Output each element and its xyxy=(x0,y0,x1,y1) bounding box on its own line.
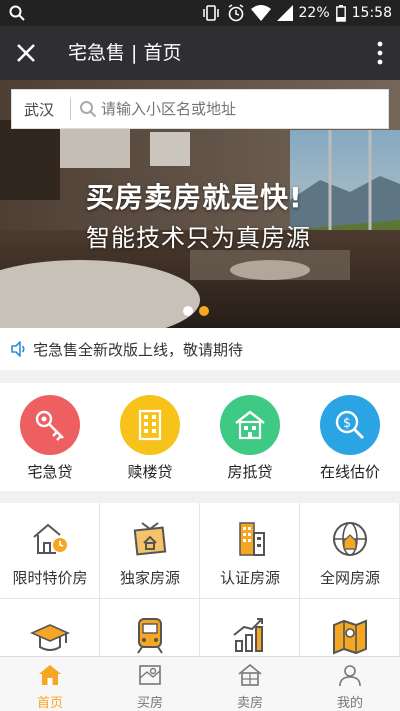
bottom-tab-bar: 首页 买房 卖房 我的 xyxy=(0,656,400,711)
price-search-icon: $ xyxy=(335,410,365,440)
battery-icon xyxy=(335,4,346,22)
title-bar: 宅急售 | 首页 xyxy=(0,26,400,80)
announcement-bar[interactable]: 宅急售全新改版上线，敬请期待 xyxy=(0,328,400,370)
loan-label: 宅急贷 xyxy=(27,463,73,481)
grid-item-price-trend[interactable] xyxy=(200,599,300,659)
loan-services: 宅急贷 赎楼贷 房抵贷 $ 在线估价 xyxy=(0,383,400,491)
loan-item-key[interactable]: 宅急贷 xyxy=(0,383,100,491)
metro-train-icon xyxy=(137,618,163,654)
close-icon[interactable] xyxy=(14,41,38,65)
house-clock-icon xyxy=(33,523,67,554)
grid-item-special-offer[interactable]: 限时特价房 xyxy=(0,503,100,599)
grid-item-all-listings[interactable]: 全网房源 xyxy=(300,503,400,599)
vibrate-icon xyxy=(202,5,219,21)
more-options-icon[interactable] xyxy=(376,41,384,65)
alarm-icon xyxy=(228,4,243,22)
property-category-grid: 限时特价房 独家房源 认证房源 全网房源 xyxy=(0,503,400,659)
grid-item-school-district[interactable] xyxy=(0,599,100,659)
wifi-icon xyxy=(250,5,271,21)
tab-label: 卖房 xyxy=(236,696,263,711)
banner-carousel[interactable]: 武汉 买房卖房就是快! 智能技术只为真房源 xyxy=(0,80,400,328)
tab-sell[interactable]: 卖房 xyxy=(200,657,300,711)
grid-item-label: 独家房源 xyxy=(119,569,180,587)
house-outline-icon xyxy=(238,663,262,686)
building-icon xyxy=(138,409,162,441)
grid-item-map-search[interactable] xyxy=(300,599,400,659)
clock-time: 15:58 xyxy=(351,5,392,21)
grid-item-label: 全网房源 xyxy=(319,569,380,587)
search-bar[interactable]: 武汉 xyxy=(11,89,389,129)
search-icon xyxy=(80,101,97,118)
graduation-cap-icon xyxy=(30,624,70,651)
loan-label: 赎楼贷 xyxy=(127,463,173,481)
carousel-indicator xyxy=(183,306,209,316)
map-pin-icon xyxy=(333,619,367,655)
tab-label: 我的 xyxy=(336,696,363,711)
loan-item-mortgage[interactable]: 房抵贷 xyxy=(200,383,300,491)
home-icon xyxy=(39,665,61,685)
banner-slogan-main: 买房卖房就是快! xyxy=(86,181,303,214)
city-selector[interactable]: 武汉 xyxy=(12,99,70,120)
grid-item-metro[interactable] xyxy=(100,599,200,659)
svg-text:$: $ xyxy=(343,416,351,431)
app-screen: 22% 15:58 宅急售 | 首页 武汉 请输入小区名或地址 买房卖房就是快!… xyxy=(0,0,400,711)
signal-icon xyxy=(276,5,293,21)
tab-label: 首页 xyxy=(36,696,63,711)
loan-item-valuation[interactable]: $ 在线估价 xyxy=(300,383,400,491)
tab-mine[interactable]: 我的 xyxy=(300,657,400,711)
loan-label: 房抵贷 xyxy=(227,463,273,481)
grid-item-certified[interactable]: 认证房源 xyxy=(200,503,300,599)
carousel-dot-active[interactable] xyxy=(199,306,209,316)
carousel-dot[interactable] xyxy=(183,306,193,316)
map-icon xyxy=(139,665,161,685)
loan-item-redemption[interactable]: 赎楼贷 xyxy=(100,383,200,491)
house-icon xyxy=(235,410,265,440)
loan-icon-circle xyxy=(120,395,180,455)
announcement-text: 宅急售全新改版上线，敬请期待 xyxy=(33,340,244,359)
grid-item-label: 认证房源 xyxy=(219,569,280,587)
page-title: 宅急售 | 首页 xyxy=(68,42,182,64)
house-sign-icon xyxy=(133,522,167,556)
banner-slogan-sub: 智能技术只为真房源 xyxy=(86,224,311,252)
globe-house-icon xyxy=(333,522,367,556)
loan-icon-circle xyxy=(220,395,280,455)
grid-item-label: 限时特价房 xyxy=(12,569,88,587)
speaker-icon xyxy=(11,341,25,357)
tab-home[interactable]: 首页 xyxy=(0,657,100,711)
loan-icon-circle xyxy=(20,395,80,455)
search-input[interactable] xyxy=(101,100,351,118)
battery-percent: 22% xyxy=(298,5,330,21)
search-divider xyxy=(70,98,71,120)
status-bar: 22% 15:58 xyxy=(0,0,400,26)
loan-label: 在线估价 xyxy=(319,463,380,481)
user-icon xyxy=(339,665,361,687)
building-certified-icon xyxy=(239,522,265,556)
rising-bars-icon xyxy=(233,618,263,652)
grid-item-exclusive[interactable]: 独家房源 xyxy=(100,503,200,599)
loan-icon-circle: $ xyxy=(320,395,380,455)
search-icon xyxy=(9,5,25,21)
tab-label: 买房 xyxy=(136,696,163,711)
tab-buy[interactable]: 买房 xyxy=(100,657,200,711)
key-icon xyxy=(35,410,64,441)
